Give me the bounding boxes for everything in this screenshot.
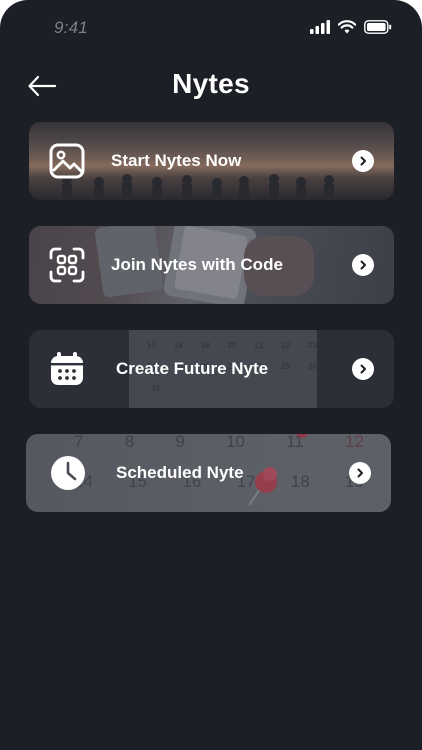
clock-icon xyxy=(51,456,85,490)
wifi-icon xyxy=(338,20,356,34)
battery-icon xyxy=(364,20,392,34)
chevron-right-icon xyxy=(349,462,371,484)
chevron-right-icon xyxy=(352,358,374,380)
status-time: 9:41 xyxy=(54,18,88,37)
card-label: Start Nytes Now xyxy=(111,151,242,170)
start-nytes-now-card[interactable]: Start Nytes Now xyxy=(29,122,394,200)
chevron-right-icon xyxy=(352,254,374,276)
card-label: Scheduled Nyte xyxy=(116,463,244,482)
phone-screen: 9:41 Nytes Start Nytes Now Join Nytes wi… xyxy=(0,0,422,750)
card-label: Create Future Nyte xyxy=(116,359,269,378)
page-title: Nytes xyxy=(172,68,250,99)
status-bar: 9:41 xyxy=(0,0,422,56)
qr-scan-icon xyxy=(49,247,85,283)
signal-icon xyxy=(310,20,330,34)
chevron-right-icon xyxy=(352,150,374,172)
header: Nytes xyxy=(0,60,422,112)
join-nytes-with-code-card[interactable]: Join Nytes with Code xyxy=(29,226,394,304)
calendar-icon xyxy=(51,352,83,385)
image-icon xyxy=(49,143,85,179)
card-label: Join Nytes with Code xyxy=(111,255,283,274)
create-future-nyte-card[interactable]: 17 18 19 20 21 22 23 24 25 26 27 28 29 3… xyxy=(29,330,394,408)
status-icons xyxy=(310,20,392,34)
scheduled-nyte-card[interactable]: 7 8 9 10 11 12 14 15 16 17 18 19 xyxy=(26,434,391,512)
